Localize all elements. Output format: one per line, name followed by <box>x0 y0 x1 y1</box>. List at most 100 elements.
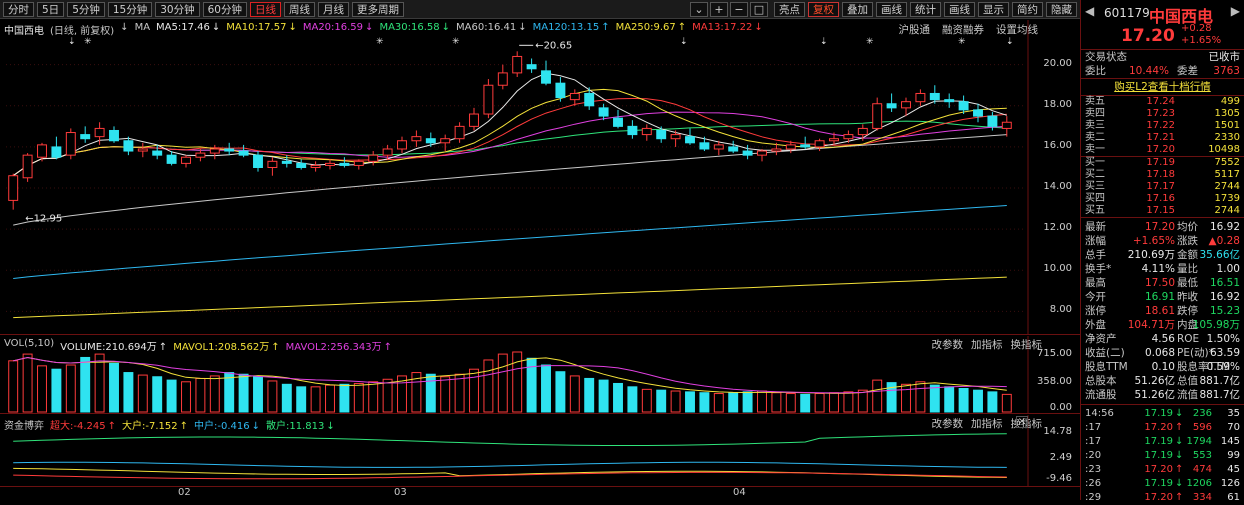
vol-legend-item-arrow-1: ↑ <box>271 342 280 353</box>
ma-legend-item-3: MA30:16.58 ↓ <box>379 22 450 36</box>
capital-line-2 <box>13 467 1007 478</box>
ma-settings-link[interactable]: 设置均线 <box>996 22 1038 37</box>
capital-flow-chart[interactable]: 资金博弈 超大:-4.245 ↑ 大户:-7.152 ↑ 中户:-0.416 ↓ 散户:11… <box>0 415 1080 487</box>
stat-row: 总手 210.69万 金额 35.66亿 <box>1081 248 1244 262</box>
prev-stock-icon[interactable]: ◀ <box>1085 4 1094 18</box>
toolbar-menu-3[interactable]: 画线 <box>876 1 907 17</box>
margin-link[interactable]: 融资融券 <box>942 22 984 37</box>
next-stock-icon[interactable]: ▶ <box>1231 4 1240 18</box>
toolbar-menu-2[interactable]: 叠加 <box>842 1 873 17</box>
candle-body <box>94 127 105 138</box>
book-row[interactable]: 卖一 17.20 10498 <box>1081 144 1244 156</box>
candle-body <box>526 64 537 70</box>
candle-body <box>397 140 407 150</box>
stat-value: 51.26亿 <box>1134 389 1175 401</box>
tick-list: 14:56 17.19 ↓ 236 35:17 17.20 ↑ 596 70:17 17.19 ↓ 1… <box>1081 405 1244 505</box>
period-button-0[interactable]: 分时 <box>3 1 34 17</box>
toolbar-menu-5[interactable]: 画线 <box>944 1 975 17</box>
tick-price: 17.20 <box>1144 464 1173 475</box>
book-row[interactable]: 卖四 17.23 1305 <box>1081 108 1244 120</box>
zoom-in-icon[interactable]: + <box>710 1 728 17</box>
capital-line-3 <box>13 471 1007 480</box>
ma-legend-item-label-0: MA5:17.46 <box>156 22 210 33</box>
stat-row: 净资产 4.56 ROE 1.50% <box>1081 332 1244 346</box>
last-price: 17.20 <box>1121 26 1175 46</box>
candlestick-chart[interactable]: ←20.65 ←12.95 ⇣ ✳ ✳ ✳ ⇣ ⇣ ✳ ✳ ⇣ 中国西电 (日线, 前复权) ↓ M… <box>0 20 1080 335</box>
volume-items: VOLUME:210.694万 ↑ MAVOL1:208.562万 ↑ MAVOL2:2… <box>60 338 398 353</box>
period-button-7[interactable]: 周线 <box>284 1 315 17</box>
period-button-6[interactable]: 日线 <box>250 1 281 17</box>
book-row[interactable]: 买四 17.16 1739 <box>1081 193 1244 205</box>
maximize-icon[interactable]: □ <box>750 1 768 17</box>
capital-title: 资金博弈 <box>4 421 44 432</box>
stat-value-2: ▲0.28 <box>1208 235 1240 247</box>
book-row[interactable]: 买一 17.19 7552 <box>1081 157 1244 169</box>
l2-purchase-link[interactable]: 购买L2查看十档行情 <box>1081 79 1244 95</box>
candle-body <box>195 152 206 158</box>
stat-label-2: 量比 <box>1177 263 1198 275</box>
candle-body <box>929 92 940 101</box>
period-button-9[interactable]: 更多周期 <box>352 1 404 17</box>
stat-label-2: 跌停 <box>1177 305 1198 317</box>
period-button-1[interactable]: 5日 <box>37 1 65 17</box>
candle-body <box>713 144 724 150</box>
period-button-4[interactable]: 30分钟 <box>155 1 200 17</box>
book-row[interactable]: 买三 17.17 2744 <box>1081 181 1244 193</box>
book-row[interactable]: 卖二 17.21 2330 <box>1081 132 1244 144</box>
book-row[interactable]: 卖五 17.24 499 <box>1081 96 1244 108</box>
weicha-value: 3763 <box>1213 65 1240 77</box>
volume-chart[interactable]: VOL(5,10) VOLUME:210.694万 ↑ MAVOL1:208.562… <box>0 336 1080 414</box>
toolbar-right: ⌄ + − □ 亮点 复权 叠加 画线 统计 画线 显示 简约 隐藏 <box>690 0 1080 18</box>
capital-change-params[interactable]: 改参数 <box>932 416 964 431</box>
book-level: 卖二 <box>1085 132 1105 143</box>
period-button-8[interactable]: 月线 <box>318 1 349 17</box>
candle-body <box>598 107 609 117</box>
tick-time: :29 <box>1085 492 1102 503</box>
toolbar-menu-8[interactable]: 隐藏 <box>1046 1 1077 17</box>
tick-price: 17.20 <box>1144 422 1173 433</box>
zoom-out-icon[interactable]: − <box>730 1 748 17</box>
toolbar-menu-6[interactable]: 显示 <box>978 1 1009 17</box>
book-level: 卖三 <box>1085 120 1105 131</box>
dropdown-icon[interactable]: ⌄ <box>690 1 708 17</box>
tick-arrow-icon: ↓ <box>1175 408 1184 419</box>
close-icon[interactable]: × <box>1016 416 1028 428</box>
period-button-3[interactable]: 15分钟 <box>107 1 153 17</box>
period-button-5[interactable]: 60分钟 <box>202 1 247 17</box>
stat-label: 流通股 <box>1085 389 1117 401</box>
volume-change-params[interactable]: 改参数 <box>932 337 964 352</box>
candle-body <box>353 160 364 166</box>
candle-body <box>987 115 998 127</box>
toolbar-menu-1[interactable]: 复权 <box>808 1 839 17</box>
hgt-link[interactable]: 沪股通 <box>899 22 931 37</box>
volume-bar <box>310 386 321 413</box>
book-row[interactable]: 买五 17.15 2744 <box>1081 205 1244 217</box>
ma-legend-item-6: MA250:9.67 ↑ <box>616 22 687 36</box>
volume-add-indicator[interactable]: 加指标 <box>971 337 1003 352</box>
capital-items: 超大:-4.245 ↑ 大户:-7.152 ↑ 中户:-0.416 ↓ 散户:11.813 ↓ <box>50 417 341 432</box>
event-marker-icon: ⇣ <box>680 37 688 47</box>
cap-legend-item-arrow-0: ↑ <box>107 421 116 432</box>
candle-body <box>814 140 825 148</box>
toolbar-menu-4[interactable]: 统计 <box>910 1 941 17</box>
period-button-2[interactable]: 5分钟 <box>67 1 105 17</box>
candle-body <box>757 150 767 156</box>
volume-bar <box>728 392 739 413</box>
high-annotation: ←20.65 <box>535 40 572 51</box>
capital-add-indicator[interactable]: 加指标 <box>971 416 1003 431</box>
vol-legend-item-2: MAVOL2:256.343万 ↑ <box>286 338 392 353</box>
tick-row: :20 17.19 ↓ 553 99 <box>1081 449 1244 463</box>
toolbar-menu-7[interactable]: 简约 <box>1012 1 1043 17</box>
weicha-label: 委差 <box>1177 65 1198 77</box>
volume-bar <box>656 389 667 413</box>
book-level: 买一 <box>1085 157 1105 168</box>
volume-bar <box>973 389 983 413</box>
cap-legend-item-0: 超大:-4.245 ↑ <box>50 417 116 432</box>
toolbar-menu-0[interactable]: 亮点 <box>774 1 805 17</box>
candle-body <box>555 82 566 99</box>
candle-body <box>728 146 739 152</box>
volume-bar <box>814 393 825 413</box>
stat-value: 210.69万 <box>1127 249 1175 261</box>
book-row[interactable]: 卖三 17.22 1501 <box>1081 120 1244 132</box>
book-row[interactable]: 买二 17.18 5117 <box>1081 169 1244 181</box>
